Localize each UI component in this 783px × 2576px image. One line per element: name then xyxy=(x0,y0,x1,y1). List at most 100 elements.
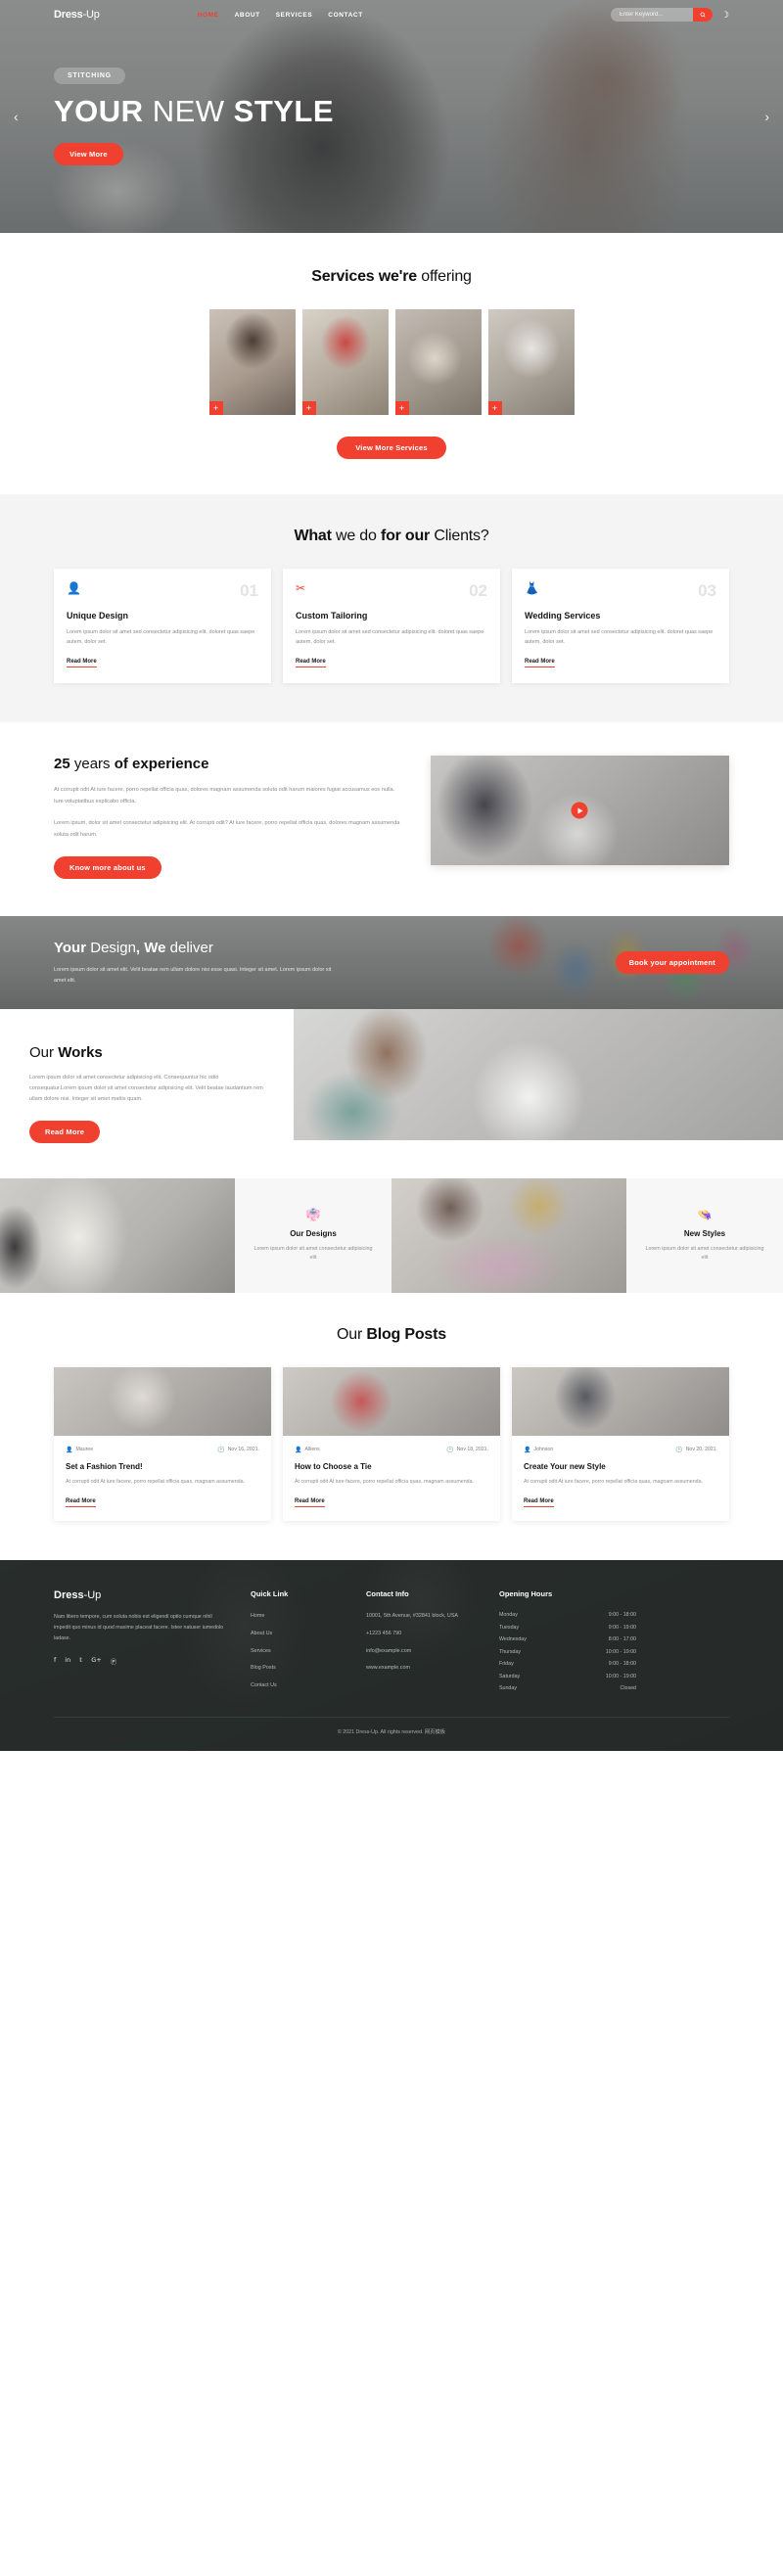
blog-author-name: Mauree xyxy=(75,1447,94,1453)
service-card[interactable]: + xyxy=(208,309,296,415)
works-image xyxy=(294,1009,783,1141)
blog-post-text: At corrupti odit At iure facere, porro r… xyxy=(66,1478,246,1485)
footer-copyright: © 2021 Dress-Up. All rights reserved. 网页… xyxy=(54,1716,729,1751)
blog-read-more-link[interactable]: Read More xyxy=(295,1498,325,1508)
site-logo[interactable]: Dress-Up xyxy=(54,9,100,21)
card-title: Wedding Services xyxy=(525,611,601,621)
hero-prev-arrow[interactable]: ‹ xyxy=(14,109,19,124)
deliver-content: Your Design, We deliver Lorem ipsum dolo… xyxy=(0,940,783,986)
footer-contact-email[interactable]: info@example.com xyxy=(366,1647,474,1656)
blog-body: 👤 Alliens 🕑 Nov 18, 2021. How to Choose a … xyxy=(283,1436,500,1522)
card-read-more-link[interactable]: Read More xyxy=(67,659,97,668)
hero-view-more-button[interactable]: View More xyxy=(54,143,123,165)
hours-time: Closed xyxy=(620,1685,637,1692)
footer-contact-phone[interactable]: +1223 456 790 xyxy=(366,1630,474,1638)
card-read-more-link[interactable]: Read More xyxy=(296,659,326,668)
works-text-column: Our Works Lorem ipsum dolor sit amet con… xyxy=(0,1009,294,1178)
deliver-title: Your Design, We deliver xyxy=(54,940,616,956)
blog-title-light: Our xyxy=(337,1325,367,1343)
hours-row: Monday 9:00 - 18:00 xyxy=(499,1612,636,1618)
linkedin-icon[interactable]: in xyxy=(65,1656,70,1666)
search-input[interactable] xyxy=(610,12,693,18)
nav-item-contact[interactable]: CONTACT xyxy=(328,12,363,19)
experience-title-bold-1: 25 xyxy=(54,756,70,773)
footer-contact-website[interactable]: www.example.com xyxy=(366,1664,474,1673)
deliver-text: Your Design, We deliver Lorem ipsum dolo… xyxy=(54,940,616,986)
footer-link-contact-us[interactable]: Contact Us xyxy=(251,1681,341,1690)
footer-link-about-us[interactable]: About Us xyxy=(251,1630,341,1638)
blog-date: 🕑 Nov 18, 2021. xyxy=(446,1447,488,1453)
blog-post-title: Create Your new Style xyxy=(524,1461,606,1471)
hours-time: 9:00 - 18:00 xyxy=(608,1612,636,1619)
nav-item-about[interactable]: ABOUT xyxy=(235,12,260,19)
hours-day: Saturday xyxy=(499,1673,521,1679)
view-more-services-button[interactable]: View More Services xyxy=(337,437,446,459)
blog-card[interactable]: 👤 Johnson 🕑 Nov 20, 2021. Create Your new … xyxy=(512,1366,729,1522)
google-plus-icon[interactable]: G+ xyxy=(91,1656,101,1666)
service-plus-icon[interactable]: + xyxy=(394,401,409,415)
blog-thumbnail xyxy=(54,1366,271,1436)
dress-form-icon: 👘 xyxy=(305,1207,321,1221)
hero-title: YOUR NEW STYLE xyxy=(54,94,729,129)
footer-logo[interactable]: Dress-Up xyxy=(54,1589,225,1601)
blog-post-text: At corrupti odit At iure facere, porro r… xyxy=(295,1478,475,1485)
card-number: 02 xyxy=(469,581,487,600)
moon-icon[interactable]: ☽ xyxy=(721,10,729,21)
nav-item-services[interactable]: SERVICES xyxy=(276,12,313,19)
footer-contact-column: Contact Info 10001, 5th Avenue, #32841 b… xyxy=(366,1589,474,1698)
services-more-wrap: View More Services xyxy=(54,437,729,459)
hours-time: 8:00 - 17:00 xyxy=(608,1636,636,1643)
service-card[interactable]: + xyxy=(487,309,575,415)
blog-post-text: At corrupti odit At iure facere, porro r… xyxy=(524,1478,704,1485)
experience-paragraph-2: Lorem ipsum, dolor sit amet consectetur … xyxy=(54,820,400,838)
blog-author-name: Johnson xyxy=(533,1447,554,1453)
pinterest-icon[interactable]: Ⓟ xyxy=(111,1656,117,1666)
blog-card[interactable]: 👤 Alliens 🕑 Nov 18, 2021. How to Choose a … xyxy=(283,1366,500,1522)
works-read-more-button[interactable]: Read More xyxy=(29,1120,101,1143)
experience-video-thumbnail[interactable] xyxy=(430,756,729,866)
footer-quicklink-column: Quick Link Home About Us Services Blog P… xyxy=(251,1589,341,1698)
blog-read-more-link[interactable]: Read More xyxy=(524,1498,554,1508)
hero-next-arrow[interactable]: › xyxy=(764,109,769,124)
facebook-icon[interactable]: f xyxy=(54,1656,56,1666)
service-plus-icon[interactable]: + xyxy=(301,401,316,415)
footer-link-home[interactable]: Home xyxy=(251,1612,341,1621)
experience-text-column: 25 years of experience At corrupti odit … xyxy=(54,756,405,880)
service-plus-icon[interactable]: + xyxy=(208,401,223,415)
card-title: Custom Tailoring xyxy=(296,611,368,621)
service-image xyxy=(487,309,575,415)
nav-item-home[interactable]: HOME xyxy=(198,12,219,19)
blog-thumbnail xyxy=(512,1366,729,1436)
blog-title-bold: Blog Posts xyxy=(366,1325,446,1343)
book-appointment-button[interactable]: Book your appointment xyxy=(615,951,729,975)
hero-section: Dress-Up HOME ABOUT SERVICES CONTACT Ent… xyxy=(0,0,783,233)
blog-read-more-link[interactable]: Read More xyxy=(66,1498,96,1508)
footer-link-blog-posts[interactable]: Blog Posts xyxy=(251,1664,341,1673)
footer-about-column: Dress-Up Nam libero tempore, cum soluta … xyxy=(54,1589,225,1698)
service-card[interactable]: + xyxy=(394,309,482,415)
card-read-more-link[interactable]: Read More xyxy=(525,659,555,668)
card-title: Unique Design xyxy=(67,611,129,621)
user-icon: 👤 xyxy=(524,1447,531,1453)
blog-author: 👤 Mauree xyxy=(66,1447,93,1453)
quad-row: 👘 Our Designs Lorem ipsum dolor sit amet… xyxy=(0,1177,783,1293)
twitter-icon[interactable]: 𝕥 xyxy=(79,1656,82,1666)
blog-grid: 👤 Mauree 🕑 Nov 16, 2021. Set a Fashion Tre… xyxy=(54,1366,729,1522)
footer-link-services[interactable]: Services xyxy=(251,1647,341,1656)
clients-title-bold-2: for our xyxy=(380,528,431,544)
search-button[interactable] xyxy=(692,8,713,22)
blog-thumbnail xyxy=(283,1366,500,1436)
service-card[interactable]: + xyxy=(301,309,389,415)
know-more-button[interactable]: Know more about us xyxy=(54,856,161,880)
experience-section: 25 years of experience At corrupti odit … xyxy=(0,722,783,916)
blog-card[interactable]: 👤 Mauree 🕑 Nov 16, 2021. Set a Fashion Tre… xyxy=(54,1366,271,1522)
play-icon[interactable] xyxy=(571,802,588,819)
experience-title: 25 years of experience xyxy=(54,756,405,772)
card-top: ✂ 02 xyxy=(296,582,487,599)
blog-post-title: Set a Fashion Trend! xyxy=(66,1461,143,1471)
experience-title-bold-2: of experience xyxy=(114,756,209,773)
blog-meta: 👤 Mauree 🕑 Nov 16, 2021. xyxy=(66,1447,259,1453)
service-plus-icon[interactable]: + xyxy=(487,401,502,415)
blog-date: 🕑 Nov 20, 2021. xyxy=(675,1447,717,1453)
deliver-title-light-2: deliver xyxy=(165,940,213,957)
